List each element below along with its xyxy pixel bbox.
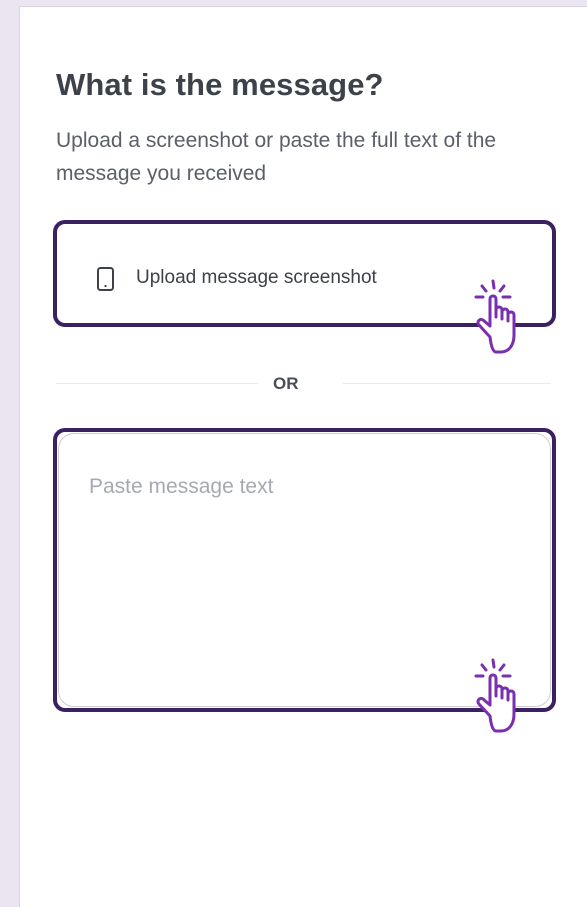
divider-line-left <box>56 383 258 384</box>
page-title: What is the message? <box>56 67 384 102</box>
pointer-hand-icon <box>474 279 516 354</box>
page-subtitle: Upload a screenshot or paste the full te… <box>56 129 497 185</box>
divider-or-label: OR <box>273 374 299 393</box>
divider-line-right <box>343 383 551 384</box>
question-panel: What is the message? Upload a screenshot… <box>19 6 587 907</box>
pointer-hand-icon <box>474 658 516 733</box>
upload-button-label: Upload message screenshot <box>136 267 377 288</box>
phone-icon <box>97 267 114 291</box>
